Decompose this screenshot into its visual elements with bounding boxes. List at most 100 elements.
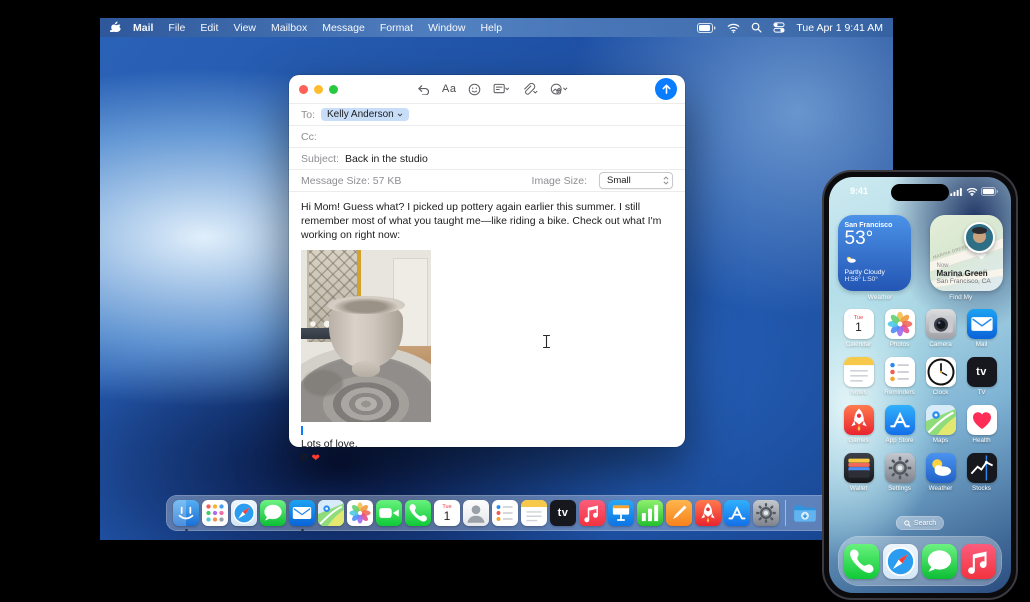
dock-app-phone[interactable] [405,500,431,526]
iphone-app-calendar[interactable]: Tue 1 Calendar [838,309,879,348]
iphone-app-settings[interactable]: Settings [879,453,920,492]
dock-app-settings[interactable] [753,500,779,526]
format-button[interactable]: Aa [442,83,456,95]
mac-desktop-wallpaper: Mail File Edit View Mailbox Message Format Wind… [100,18,893,540]
iphone-app-camera[interactable]: Camera [920,309,961,348]
music-icon [961,543,996,579]
cc-label: Cc: [301,130,317,143]
iphone-app-tv[interactable]: tv TV [961,357,1002,396]
dock-app-notes[interactable] [521,500,547,526]
iphone-dock-app-music[interactable] [961,543,996,579]
attach-file-button[interactable] [521,82,538,96]
iphone-clock: 9:41 [850,186,869,196]
dock-app-launchpad[interactable] [202,500,228,526]
app-label: App Store [885,437,914,444]
dock-app-finder[interactable] [173,500,199,531]
app-label: Calendar [845,341,872,348]
dock-app-photos[interactable] [347,500,373,526]
undo-button[interactable] [417,84,430,95]
dock-app-music[interactable] [579,500,605,526]
iphone-app-reminders[interactable]: Reminders [879,357,920,396]
dock-app-games[interactable] [695,500,721,526]
spotlight-search-icon[interactable] [751,22,762,33]
iphone-app-appstore[interactable]: App Store [879,405,920,444]
apple-menu-icon[interactable] [109,20,121,35]
menu-mailbox[interactable]: Mailbox [271,22,307,34]
iphone-dock-app-safari[interactable] [883,543,918,579]
dock-app-messages[interactable] [260,500,286,526]
photos-icon [347,500,373,526]
menu-format[interactable]: Format [380,22,413,34]
control-center-icon[interactable] [773,22,785,33]
send-button[interactable] [655,78,677,100]
emoji-picker-button[interactable] [468,83,481,96]
menu-window[interactable]: Window [428,22,465,34]
dock-app-pages[interactable] [666,500,692,526]
dock-app-reminders[interactable] [492,500,518,526]
dock-app-numbers[interactable] [637,500,663,526]
calendar-icon: Tue 1 [843,309,874,339]
image-size-select[interactable]: Small [599,172,673,189]
iphone-app-photos[interactable]: Photos [879,309,920,348]
find-my-widget[interactable]: MARINA GREEN DR MARINA BLVD Now Marina G… [929,215,1003,291]
recipient-token[interactable]: Kelly Anderson [321,108,409,121]
iphone-app-weatherapp[interactable]: Weather [920,453,961,492]
wifi-icon[interactable] [727,23,740,33]
dock-app-keynote[interactable] [608,500,634,526]
dock-app-calendar[interactable]: Tue 1 [434,500,460,526]
dock-app-mail[interactable] [289,500,315,531]
tv-icon: tv [550,500,576,526]
running-indicator-dot [185,528,188,531]
dock-app-contacts[interactable] [463,500,489,526]
games-icon [843,405,874,435]
iphone-home-screen: 9:41 San Francisco 53° Partly Cloudy H:5… [829,177,1011,593]
games-icon [695,500,721,526]
dock-app-facetime[interactable] [376,500,402,526]
menu-view[interactable]: View [233,22,256,34]
insert-photo-button[interactable] [550,83,568,96]
message-body[interactable]: Hi Mom! Guess what? I picked up pottery … [289,192,685,465]
iphone-app-mail[interactable]: Mail [961,309,1002,348]
home-search-pill[interactable]: Search [895,516,945,530]
iphone-dock-app-messages[interactable] [922,543,957,579]
weather-widget[interactable]: San Francisco 53° Partly Cloudy H:56° L:… [837,215,911,291]
reminders-icon [492,500,518,526]
menu-edit[interactable]: Edit [200,22,218,34]
subject-field[interactable]: Subject: Back in the studio [289,148,685,170]
menu-mail[interactable]: Mail [133,22,153,34]
cc-field[interactable]: Cc: [289,126,685,148]
dock-app-maps[interactable] [318,500,344,526]
iphone-app-wallet[interactable]: Wallet [838,453,879,492]
menu-message[interactable]: Message [322,22,365,34]
iphone-app-stocks[interactable]: Stocks [961,453,1002,492]
battery-icon[interactable] [697,22,716,33]
minimize-window-button[interactable] [314,84,323,94]
menu-bar-clock[interactable]: Tue Apr 1 9:41 AM [796,22,883,34]
header-fields-button[interactable] [493,83,510,95]
close-window-button[interactable] [299,84,308,94]
dock-app-downloads[interactable] [792,500,818,526]
stocks-icon [966,453,997,483]
to-field[interactable]: To: Kelly Anderson [289,104,685,126]
iphone-app-maps[interactable]: Maps [920,405,961,444]
app-label: Stocks [972,485,991,492]
iphone-app-health[interactable]: Health [961,405,1002,444]
pottery-photo-attachment[interactable] [301,249,431,422]
settings-icon [753,500,779,526]
app-label: Clock [932,389,949,396]
reminders-icon [884,357,915,387]
menu-file[interactable]: File [168,22,185,34]
dock-app-tv[interactable]: tv [550,500,576,526]
zoom-window-button[interactable] [329,84,338,94]
subject-value: Back in the studio [344,152,428,165]
iphone-app-clock[interactable]: Clock [920,357,961,396]
dock-app-safari[interactable] [231,500,257,526]
iphone-dock [838,536,1002,586]
dock-divider [785,500,786,526]
iphone-app-notes[interactable]: Notes [838,357,879,396]
menu-help[interactable]: Help [480,22,502,34]
dock-app-appstore[interactable] [724,500,750,526]
wifi-status-icon [966,187,978,196]
iphone-dock-app-phone[interactable] [844,543,879,579]
iphone-app-games[interactable]: Games [838,405,879,444]
